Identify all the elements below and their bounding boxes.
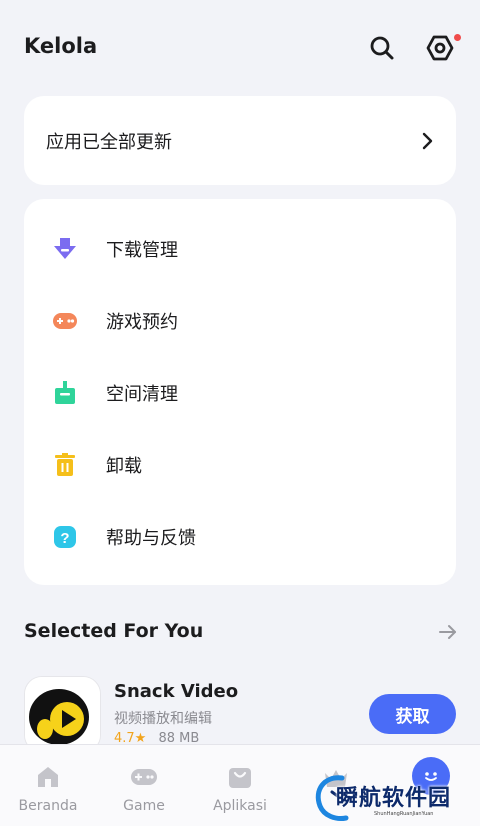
page-title: Kelola: [24, 34, 98, 58]
search-icon: [370, 36, 394, 60]
menu-item-label: 卸载: [106, 456, 142, 477]
watermark-subtext: ShunHangRuanJianYuan: [374, 811, 434, 817]
menu-item-label: 游戏预约: [106, 312, 178, 333]
section-title: Selected For You: [24, 620, 204, 642]
menu-item-uninstall[interactable]: 卸载: [24, 429, 456, 501]
snack-video-logo-icon: [25, 677, 100, 752]
menu-item-label: 空间清理: [106, 384, 178, 405]
nav-item-game[interactable]: Game: [96, 745, 192, 826]
menu-item-label: 下载管理: [106, 240, 178, 261]
nav-label: Game: [123, 798, 165, 814]
nav-item-beranda[interactable]: Beranda: [0, 745, 96, 826]
menu-item-label: 帮助与反馈: [106, 528, 196, 549]
nav-label: Aplikasi: [213, 798, 267, 814]
broom-icon: [52, 380, 78, 406]
svg-text:?: ?: [60, 530, 69, 547]
download-icon: [52, 236, 78, 262]
bag-icon: [229, 768, 251, 788]
gamepad-icon: [52, 308, 78, 334]
chevron-right-icon: [422, 132, 433, 149]
menu-item-help-feedback[interactable]: ? 帮助与反馈: [24, 501, 456, 573]
home-icon: [38, 767, 58, 787]
settings-hexagon-icon: [426, 35, 454, 61]
search-button[interactable]: [364, 30, 400, 66]
header: Kelola: [0, 0, 480, 96]
nav-item-aplikasi[interactable]: Aplikasi: [192, 745, 288, 826]
nav-label: Beranda: [18, 798, 78, 814]
gamepad-icon: [131, 769, 157, 785]
updates-card[interactable]: 应用已全部更新: [24, 96, 456, 185]
menu-item-download-manager[interactable]: 下载管理: [24, 213, 456, 285]
app-description: 视频播放和编辑: [114, 711, 212, 727]
app-icon[interactable]: [24, 676, 101, 753]
app-name: Snack Video: [114, 681, 239, 702]
watermark-text: 瞬航软件园: [336, 786, 452, 811]
get-app-button[interactable]: 获取: [369, 694, 456, 734]
updates-status-label: 应用已全部更新: [46, 131, 172, 153]
arrow-right-icon[interactable]: [436, 620, 460, 644]
menu-item-space-cleanup[interactable]: 空间清理: [24, 357, 456, 429]
trash-icon: [52, 452, 78, 478]
settings-button[interactable]: [422, 30, 458, 66]
notification-badge: [454, 34, 461, 41]
help-icon: ?: [52, 524, 78, 550]
manage-menu: 下载管理 游戏预约 空间清理 卸载 ? 帮助与反馈: [24, 199, 456, 585]
menu-item-game-reservation[interactable]: 游戏预约: [24, 285, 456, 357]
watermark: 瞬航软件园 ShunHangRuanJianYuan: [312, 772, 452, 824]
